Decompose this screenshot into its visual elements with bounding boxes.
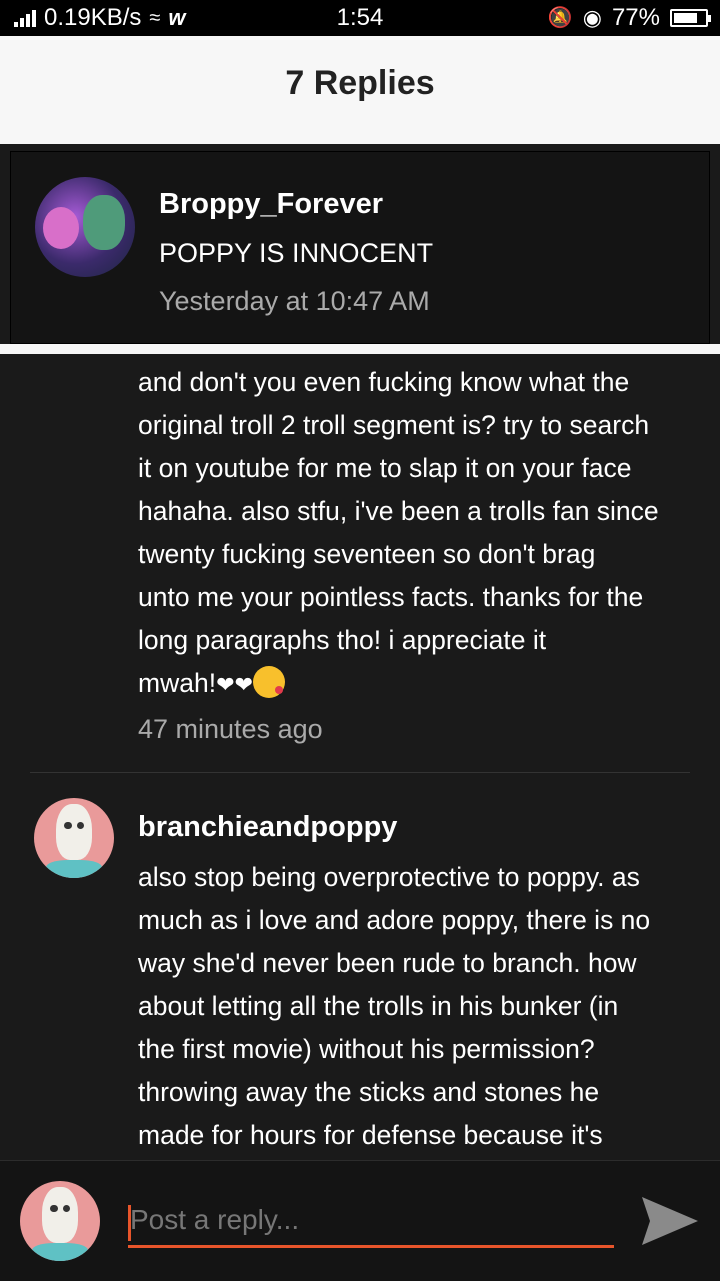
battery-icon — [670, 9, 711, 27]
avatar[interactable] — [35, 177, 135, 277]
eye-icon: ◉ — [582, 5, 602, 30]
battery-percent: 77% — [611, 4, 660, 31]
reply-author[interactable]: branchieandpoppy — [138, 811, 397, 844]
ski-mask — [56, 804, 92, 861]
divider — [0, 344, 720, 354]
reply-text: and don't you even fucking know what the… — [138, 361, 698, 706]
page-title: 7 Replies — [285, 64, 435, 102]
reply-line: way she'd never been rude to branch. how — [138, 948, 637, 978]
heart-icon: ❤ — [234, 672, 253, 697]
avatar[interactable] — [34, 798, 114, 878]
reply-line: it on youtube for me to slap it on your … — [138, 453, 632, 483]
parent-comment[interactable]: Broppy_Forever POPPY IS INNOCENT Yesterd… — [10, 151, 710, 344]
reply-time: 47 minutes ago — [138, 714, 323, 744]
header: 7 Replies — [0, 36, 720, 144]
my-avatar[interactable] — [20, 1181, 100, 1261]
heart-icon: ❤ — [216, 672, 235, 697]
reply-line: original troll 2 troll segment is? try t… — [138, 410, 650, 440]
divider — [30, 772, 690, 773]
text-cursor — [128, 1205, 131, 1241]
reply-line: and don't you even fucking know what the — [138, 367, 630, 397]
reply-line: much as i love and adore poppy, there is… — [138, 905, 651, 935]
mute-bell-icon: 🔕 — [547, 7, 573, 29]
comment-time: Yesterday at 10:47 AM — [159, 286, 430, 316]
avatar-eye — [64, 822, 72, 830]
reply-line: hahaha. also stfu, i've been a trolls fa… — [138, 496, 659, 526]
reply-line: about letting all the trolls in his bunk… — [138, 991, 619, 1021]
comment-text: POPPY IS INNOCENT — [159, 238, 434, 268]
ski-mask — [42, 1187, 78, 1244]
reply-line: mwah!❤❤ — [138, 662, 698, 706]
reply-line: also stop being overprotective to poppy.… — [138, 862, 640, 892]
reply-input[interactable] — [128, 1195, 614, 1248]
avatar-figure — [43, 207, 79, 249]
status-bar: 0.19KB/s ≈ w 1:54 🔕 ◉ 77% — [0, 0, 720, 36]
reply-line: unto me your pointless facts. thanks for… — [138, 582, 644, 612]
reply-line: made for hours for defense because it's — [138, 1120, 603, 1150]
avatar-shirt — [46, 860, 102, 878]
clock: 1:54 — [336, 4, 384, 31]
avatar-shirt — [32, 1243, 88, 1261]
comment-author[interactable]: Broppy_Forever — [159, 188, 383, 221]
reply-line: throwing away the sticks and stones he — [138, 1077, 600, 1107]
reply-line: twenty fucking seventeen so don't brag — [138, 539, 596, 569]
reply-line: long paragraphs tho! i appreciate it — [138, 625, 547, 655]
avatar-eye — [50, 1205, 58, 1213]
send-icon[interactable] — [640, 1193, 700, 1249]
reply-line: the first movie) without his permission? — [138, 1034, 595, 1064]
avatar-figure — [83, 195, 125, 250]
reply-text: also stop being overprotective to poppy.… — [138, 856, 698, 1157]
reply-bar — [0, 1160, 720, 1281]
kiss-emoji-icon — [252, 666, 285, 698]
